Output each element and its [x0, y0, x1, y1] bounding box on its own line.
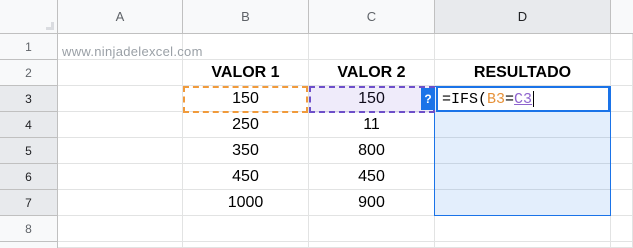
grid-cell[interactable]	[58, 242, 183, 248]
column-header-a[interactable]: A	[58, 0, 183, 34]
cell-c5[interactable]: 800	[309, 138, 435, 164]
row-header-5[interactable]: 5	[0, 138, 58, 164]
row-header-9[interactable]	[0, 242, 58, 248]
grid-cell[interactable]	[309, 34, 435, 60]
grid-cell[interactable]	[58, 190, 183, 216]
formula-ref-b3: B3	[487, 90, 506, 108]
cell-b7[interactable]: 1000	[183, 190, 309, 216]
cell-b6[interactable]: 450	[183, 164, 309, 190]
grid-cell[interactable]	[58, 60, 183, 86]
row-header-4[interactable]: 4	[0, 112, 58, 138]
cell-d2-header[interactable]: RESULTADO	[435, 60, 611, 86]
grid-cell[interactable]	[309, 216, 435, 242]
formula-help-icon[interactable]: ?	[421, 88, 435, 110]
row-header-6[interactable]: 6	[0, 164, 58, 190]
row-header-3[interactable]: 3	[0, 86, 58, 112]
cell-c6[interactable]: 450	[309, 164, 435, 190]
grid-cell[interactable]	[611, 216, 633, 242]
column-header-d[interactable]: D	[435, 0, 611, 34]
grid-cell[interactable]	[435, 242, 611, 248]
grid-cell[interactable]	[58, 138, 183, 164]
grid-cell[interactable]	[611, 138, 633, 164]
grid-cell[interactable]	[611, 60, 633, 86]
row-header-7[interactable]: 7	[0, 190, 58, 216]
grid-cell[interactable]	[58, 216, 183, 242]
grid-cell[interactable]	[58, 112, 183, 138]
reference-highlight-b3	[183, 86, 308, 113]
grid-cell[interactable]	[58, 86, 183, 112]
grid-cell[interactable]	[611, 164, 633, 190]
grid-cell[interactable]	[611, 34, 633, 60]
reference-highlight-c3	[309, 86, 435, 113]
cell-c4[interactable]: 11	[309, 112, 435, 138]
formula-operator: =	[505, 90, 515, 108]
grid-cell[interactable]	[309, 242, 435, 248]
grid-cell[interactable]	[611, 112, 633, 138]
row-header-8[interactable]: 8	[0, 216, 58, 242]
column-header-b[interactable]: B	[183, 0, 309, 34]
row-header-2[interactable]: 2	[0, 60, 58, 86]
formula-ref-c3: C3	[514, 90, 533, 108]
grid-cell[interactable]	[611, 242, 633, 248]
cell-b4[interactable]: 250	[183, 112, 309, 138]
grid-cell[interactable]	[611, 190, 633, 216]
column-header-e[interactable]	[611, 0, 633, 34]
grid-cell[interactable]	[183, 242, 309, 248]
watermark-text: www.ninjadelexcel.com	[62, 44, 203, 59]
spreadsheet-grid: A B C D 1 2 3 4 5 6 7 8 VALOR 1 VALOR 2 …	[0, 0, 633, 248]
text-cursor	[533, 91, 535, 107]
grid-cell[interactable]	[611, 86, 633, 112]
grid-cell[interactable]	[58, 164, 183, 190]
row-header-1[interactable]: 1	[0, 34, 58, 60]
cell-b5[interactable]: 350	[183, 138, 309, 164]
cell-c7[interactable]: 900	[309, 190, 435, 216]
select-all-corner[interactable]	[0, 0, 58, 34]
cell-b2-header[interactable]: VALOR 1	[183, 60, 309, 86]
cell-formula-editor-d3[interactable]: =IFS(B3 = C3	[436, 86, 610, 112]
cell-c2-header[interactable]: VALOR 2	[309, 60, 435, 86]
column-header-c[interactable]: C	[309, 0, 435, 34]
formula-prefix: =IFS(	[442, 90, 488, 108]
grid-cell[interactable]	[435, 216, 611, 242]
grid-cell[interactable]	[183, 216, 309, 242]
grid-cell[interactable]	[435, 34, 611, 60]
